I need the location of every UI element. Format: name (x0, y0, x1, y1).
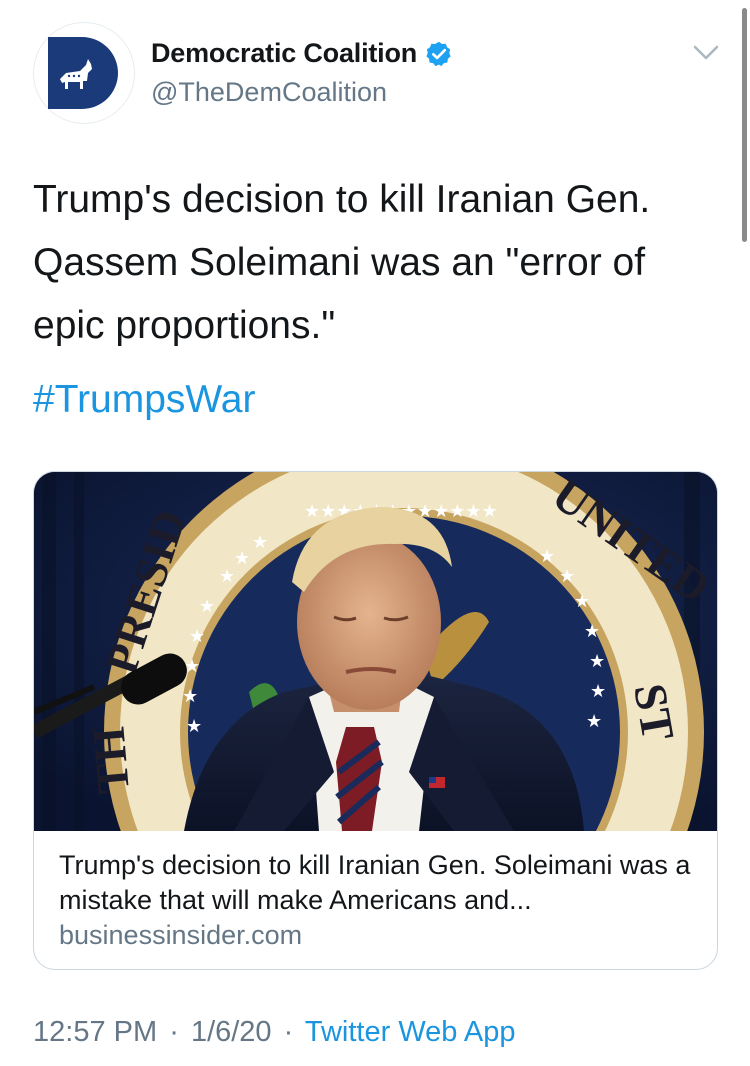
hashtag-link[interactable]: #TrumpsWar (33, 370, 255, 430)
svg-text:TH: TH (82, 725, 139, 796)
svg-text:★: ★ (252, 532, 268, 553)
svg-text:★: ★ (586, 711, 602, 732)
svg-text:★: ★ (234, 548, 250, 569)
source-app-link[interactable]: Twitter Web App (305, 1016, 516, 1048)
svg-text:★: ★ (219, 566, 235, 587)
tweet-time[interactable]: 12:57 PM (33, 1016, 157, 1048)
tweet-footer: 12:57 PM · 1/6/20 · Twitter Web App (33, 1016, 515, 1049)
chevron-down-icon[interactable] (692, 42, 720, 64)
avatar[interactable] (33, 22, 135, 124)
card-domain[interactable]: businessinsider.com (59, 920, 699, 951)
tweet-text: Trump's decision to kill Iranian Gen. Qa… (33, 178, 651, 347)
svg-text:★: ★ (574, 591, 590, 612)
link-preview-card[interactable]: PRESID UNITED ST TH ★★★★★★★★★★★★ ★★★ ★★★… (33, 471, 718, 970)
tweet-date[interactable]: 1/6/20 (191, 1016, 272, 1048)
svg-text:★: ★ (539, 546, 555, 567)
svg-text:★: ★ (199, 596, 215, 617)
svg-text:★: ★ (584, 621, 600, 642)
svg-text:★: ★ (186, 716, 202, 737)
verified-badge-icon (426, 41, 451, 66)
scrollbar[interactable] (742, 8, 747, 242)
svg-text:★: ★ (189, 626, 205, 647)
user-handle[interactable]: @TheDemCoalition (151, 77, 453, 108)
card-meta[interactable]: Trump's decision to kill Iranian Gen. So… (59, 848, 699, 951)
svg-text:ST: ST (624, 680, 684, 744)
display-name[interactable]: Democratic Coalition (151, 38, 417, 69)
tweet-page: Democratic Coalition @TheDemCoalition Tr… (0, 0, 750, 1066)
svg-text:★: ★ (559, 566, 575, 587)
separator: · (169, 1016, 179, 1048)
card-title[interactable]: Trump's decision to kill Iranian Gen. So… (59, 848, 699, 918)
svg-text:★: ★ (589, 651, 605, 672)
svg-text:★: ★ (590, 681, 606, 702)
card-image: PRESID UNITED ST TH ★★★★★★★★★★★★ ★★★ ★★★… (34, 472, 717, 831)
svg-text:★: ★ (182, 686, 198, 707)
donkey-logo-icon (48, 37, 118, 109)
author-block[interactable]: Democratic Coalition @TheDemCoalition (151, 38, 453, 108)
separator: · (283, 1016, 294, 1048)
